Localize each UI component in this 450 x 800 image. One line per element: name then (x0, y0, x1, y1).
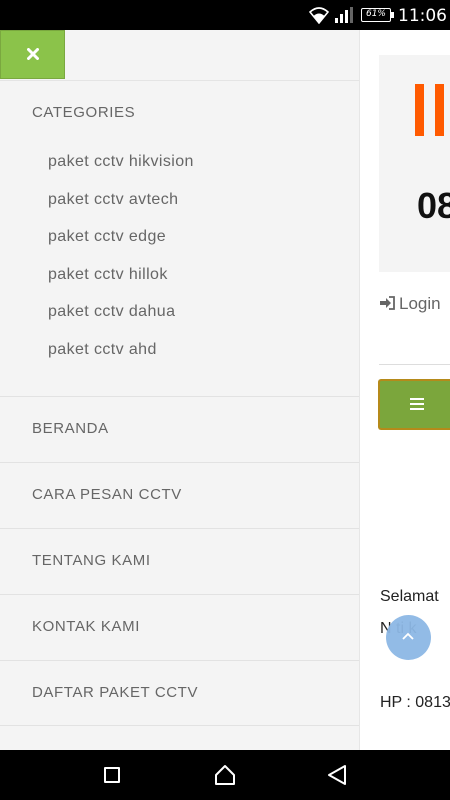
clock: 11:06 (398, 6, 447, 26)
scroll-to-top-button[interactable] (386, 615, 431, 660)
sign-in-icon (380, 296, 395, 310)
nav-item-daftar-paket[interactable]: DAFTAR PAKET CCTV (0, 660, 359, 726)
category-item-edge[interactable]: paket cctv edge (48, 228, 194, 266)
divider (0, 80, 359, 81)
menu-toggle-button[interactable] (378, 379, 450, 430)
navigation-drawer: CATEGORIES paket cctv hikvision paket cc… (0, 30, 360, 750)
nav-item-kontak-kami[interactable]: KONTAK KAMI (0, 594, 359, 660)
chevron-up-icon (402, 632, 414, 640)
hamburger-icon (410, 398, 424, 410)
categories-heading: CATEGORIES (32, 104, 136, 121)
back-button[interactable] (327, 764, 347, 786)
main-page: 08 Login Selamat N ti k HP : 0813 (360, 30, 450, 750)
signal-icon (335, 7, 353, 23)
category-item-avtech[interactable]: paket cctv avtech (48, 191, 194, 229)
category-item-hillok[interactable]: paket cctv hillok (48, 266, 194, 304)
wifi-icon (309, 7, 329, 24)
recents-button[interactable] (104, 767, 120, 783)
divider (379, 364, 450, 365)
header-phone: 08 (417, 185, 450, 226)
contact-phone: HP : 0813 (380, 694, 450, 711)
category-list: paket cctv hikvision paket cctv avtech p… (48, 153, 194, 378)
home-button[interactable] (214, 764, 236, 786)
login-link[interactable]: Login (379, 294, 441, 314)
close-icon (27, 48, 39, 60)
battery-percent: 61% (365, 9, 386, 19)
nav-item-beranda[interactable]: BERANDA (0, 396, 359, 462)
drawer-nav-list: BERANDA CARA PESAN CCTV TENTANG KAMI KON… (0, 396, 359, 726)
status-bar: 61% 11:06 (0, 0, 450, 30)
login-label: Login (399, 294, 441, 313)
category-item-ahd[interactable]: paket cctv ahd (48, 341, 194, 379)
category-item-dahua[interactable]: paket cctv dahua (48, 303, 194, 341)
close-drawer-button[interactable] (0, 30, 65, 79)
category-item-hikvision[interactable]: paket cctv hikvision (48, 153, 194, 191)
welcome-text: Selamat (380, 588, 439, 605)
battery-icon: 61% (361, 8, 394, 22)
nav-item-tentang-kami[interactable]: TENTANG KAMI (0, 528, 359, 594)
nav-item-cara-pesan[interactable]: CARA PESAN CCTV (0, 462, 359, 528)
system-nav-bar (0, 750, 450, 800)
